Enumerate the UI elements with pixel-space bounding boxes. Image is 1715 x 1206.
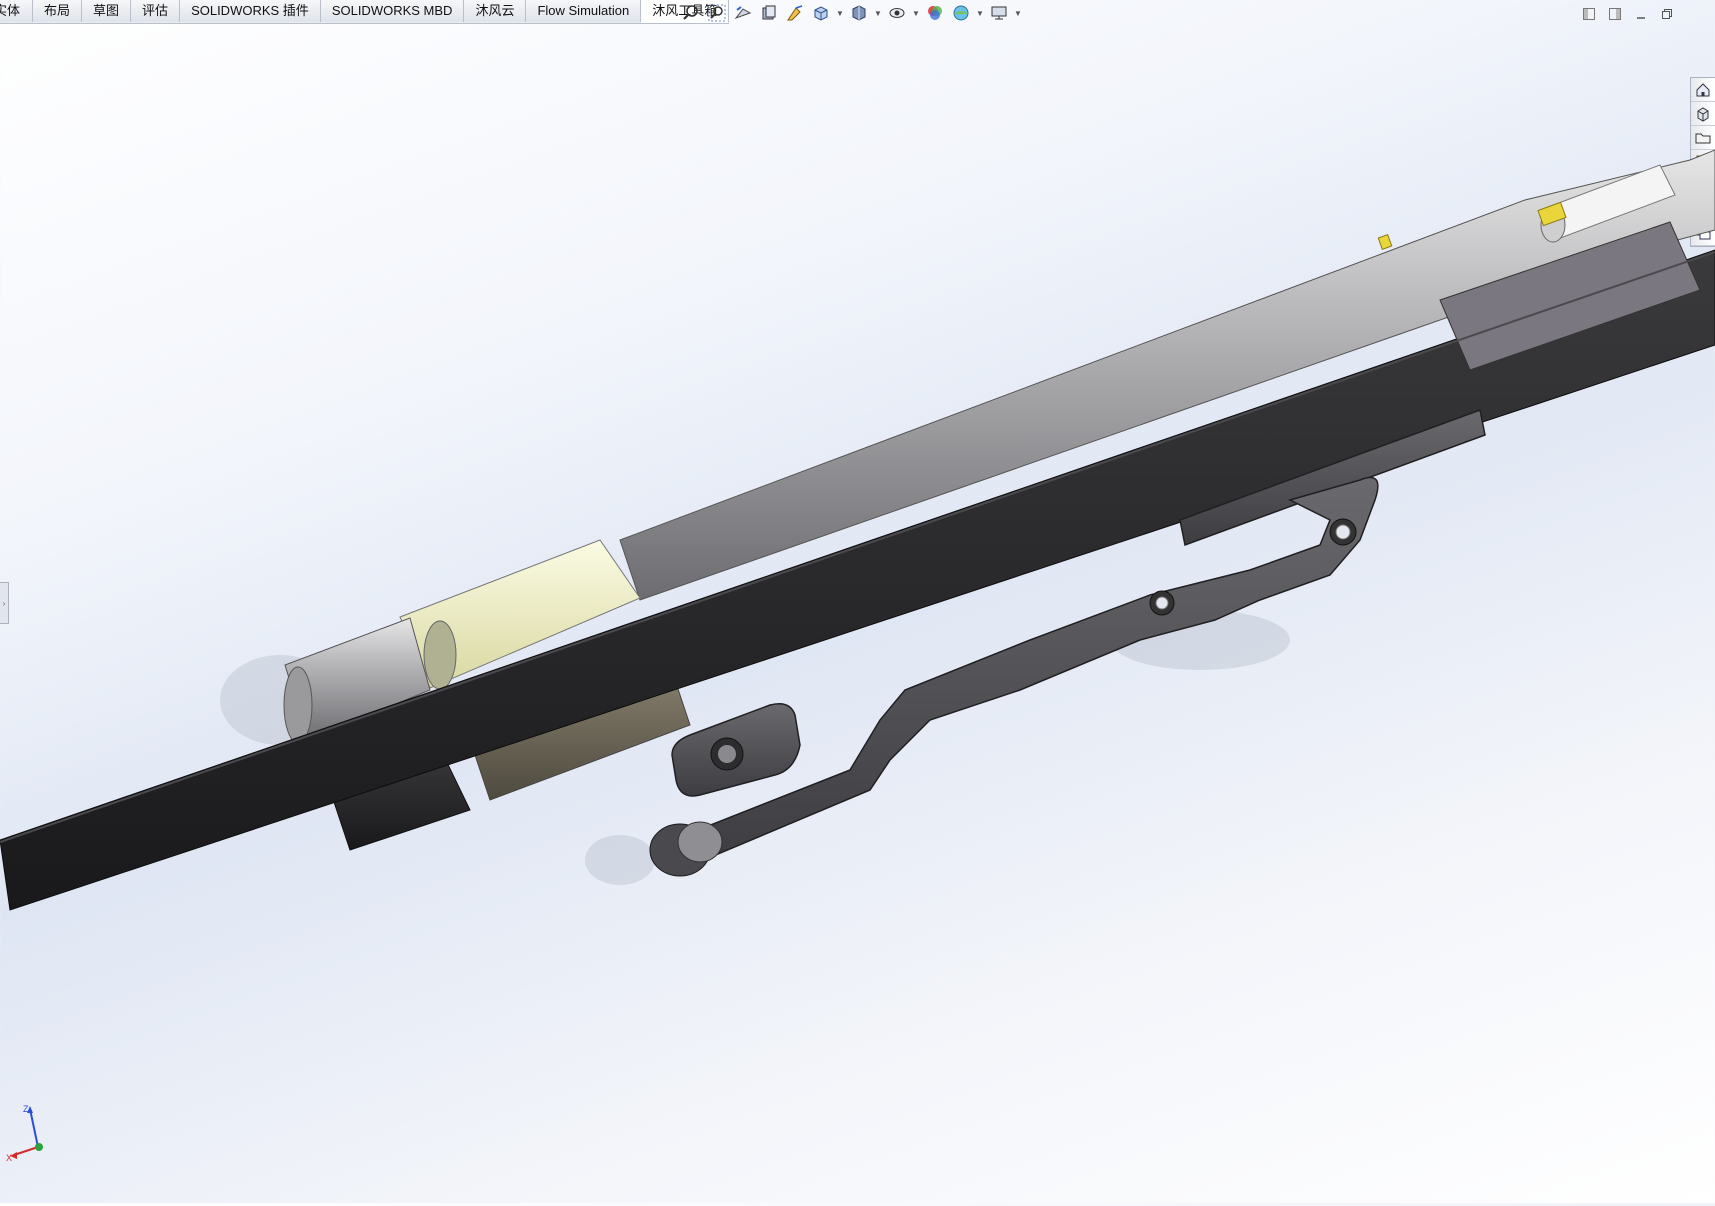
tile-left-icon[interactable] (1581, 6, 1597, 22)
zoom-to-fit-icon[interactable] (680, 3, 702, 23)
tab-mufeng-cloud[interactable]: 沐风云 (464, 0, 527, 22)
graphics-area[interactable] (0, 24, 1715, 1203)
section-view-icon[interactable] (758, 3, 780, 23)
tab-solidworks-addins[interactable]: SOLIDWORKS 插件 (180, 0, 321, 22)
chevron-down-icon[interactable]: ▼ (976, 3, 984, 23)
chevron-down-icon[interactable]: ▼ (912, 3, 920, 23)
previous-view-icon[interactable] (732, 3, 754, 23)
view-orientation-icon[interactable] (810, 3, 832, 23)
display-style-icon[interactable] (848, 3, 870, 23)
minimize-icon[interactable] (1633, 6, 1649, 22)
tab-solid[interactable]: 实体 (0, 0, 34, 22)
tab-sketch[interactable]: 草图 (82, 0, 132, 22)
tab-layout[interactable]: 布局 (33, 0, 83, 22)
hide-show-icon[interactable] (886, 3, 908, 23)
dynamic-annotation-icon[interactable] (784, 3, 806, 23)
chevron-down-icon[interactable]: ▼ (836, 3, 844, 23)
dark-rail (0, 221, 1715, 911)
model-render (0, 149, 1715, 911)
command-manager-tabs: 实体 布局 草图 评估 SOLIDWORKS 插件 SOLIDWORKS MBD… (0, 0, 730, 24)
tab-solidworks-mbd[interactable]: SOLIDWORKS MBD (320, 0, 465, 22)
restore-icon[interactable] (1659, 6, 1675, 22)
document-window-controls (1581, 6, 1675, 22)
end-roller (649, 821, 723, 877)
reference-triad: Z X (6, 1103, 48, 1163)
apply-scene-icon[interactable] (950, 3, 972, 23)
tab-evaluate[interactable]: 评估 (131, 0, 181, 22)
chevron-down-icon[interactable]: ▼ (874, 3, 882, 23)
tile-right-icon[interactable] (1607, 6, 1623, 22)
zoom-to-area-icon[interactable] (706, 3, 728, 23)
triad-x-label: X (6, 1153, 12, 1161)
triad-z-label: Z (23, 1104, 29, 1114)
view-settings-icon[interactable] (988, 3, 1010, 23)
chevron-down-icon[interactable]: ▼ (1014, 3, 1022, 23)
heads-up-view-toolbar: ▼ ▼ ▼ ▼ ▼ (680, 3, 1022, 23)
edit-appearance-icon[interactable] (924, 3, 946, 23)
tab-flow-simulation[interactable]: Flow Simulation (526, 0, 642, 22)
